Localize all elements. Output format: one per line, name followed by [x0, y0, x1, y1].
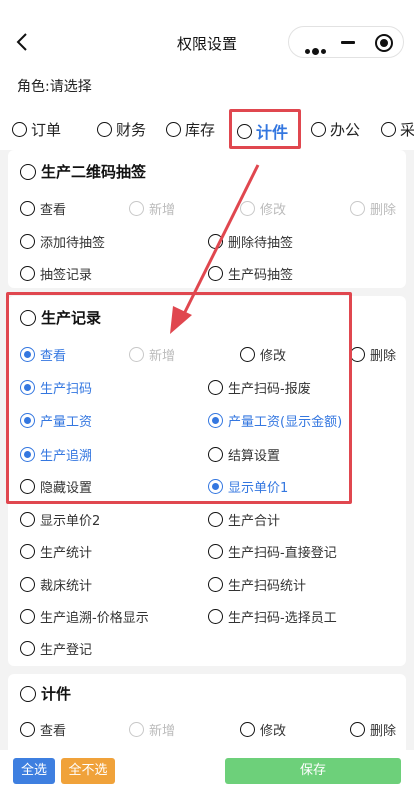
option-item[interactable]: 生产扫码统计 [208, 575, 306, 594]
radio-icon [20, 722, 35, 737]
option-item[interactable]: 结算设置 [208, 445, 280, 464]
option-item[interactable]: 生产码抽签 [208, 264, 293, 283]
option-add: 新增 [129, 199, 175, 218]
tab-orders[interactable]: 订单 [12, 119, 61, 140]
option-item[interactable]: 裁床统计 [20, 575, 92, 594]
section-title[interactable]: 生产二维码抽签 [20, 161, 146, 182]
option-view[interactable]: 查看 [20, 199, 66, 218]
radio-icon [237, 123, 252, 139]
radio-icon [240, 201, 255, 216]
option-delete[interactable]: 删除 [350, 720, 396, 739]
radio-icon [20, 479, 35, 494]
option-item[interactable]: 生产合计 [208, 510, 280, 529]
section-card: 计件 查看 新增 修改 删除 [8, 674, 406, 750]
save-button[interactable]: 保存 [225, 758, 401, 784]
radio-icon [20, 544, 35, 559]
radio-icon [20, 266, 35, 281]
radio-icon [240, 347, 255, 362]
option-item[interactable]: 隐藏设置 [20, 477, 92, 496]
section-card: 生产记录 查看 新增 修改 删除 生产扫码 生产扫码-报废 产量工资 产量工资(… [8, 296, 406, 666]
radio-icon [208, 380, 223, 395]
radio-icon [208, 577, 223, 592]
radio-icon [350, 201, 365, 216]
radio-icon [20, 512, 35, 527]
option-item[interactable]: 添加待抽签 [20, 232, 105, 251]
radio-icon [208, 266, 223, 281]
radio-icon [311, 122, 326, 137]
option-view[interactable]: 查看 [20, 345, 66, 364]
role-selector[interactable]: 角色:请选择 [17, 76, 92, 96]
radio-icon [381, 122, 396, 137]
section-title[interactable]: 生产记录 [20, 307, 101, 328]
radio-icon [20, 380, 35, 395]
option-item[interactable]: 抽签记录 [20, 264, 92, 283]
radio-icon [20, 234, 35, 249]
permission-list[interactable]: 生产二维码抽签 查看 新增 修改 删除 添加待抽签 删除待抽签 抽签记录 生产码… [8, 150, 406, 750]
option-add: 新增 [129, 345, 175, 364]
radio-icon [20, 347, 35, 362]
more-icon[interactable] [305, 41, 328, 60]
option-item[interactable]: 生产扫码 [20, 378, 92, 397]
radio-icon [20, 309, 36, 326]
option-item[interactable]: 生产追溯-价格显示 [20, 607, 149, 626]
option-edit[interactable]: 修改 [240, 345, 286, 364]
radio-icon [166, 122, 181, 137]
select-all-button[interactable]: 全选 [13, 758, 55, 784]
option-item[interactable]: 生产追溯 [20, 445, 92, 464]
option-item[interactable]: 产量工资 [20, 411, 92, 430]
radio-icon [350, 722, 365, 737]
radio-icon [20, 201, 35, 216]
option-delete[interactable]: 删除 [350, 345, 396, 364]
mini-program-capsule [288, 26, 404, 58]
radio-icon [12, 122, 27, 137]
tab-office[interactable]: 办公 [311, 119, 360, 140]
option-item[interactable]: 生产扫码-直接登记 [208, 542, 337, 561]
radio-icon [129, 722, 144, 737]
radio-icon [20, 577, 35, 592]
radio-icon [20, 413, 35, 428]
radio-icon [208, 447, 223, 462]
option-item[interactable]: 生产扫码-报废 [208, 378, 311, 397]
category-tabs: 订单 财务 库存 计件 办公 采 [0, 110, 414, 150]
option-edit[interactable]: 修改 [240, 720, 286, 739]
option-item[interactable]: 显示单价2 [20, 510, 100, 529]
radio-icon [240, 722, 255, 737]
radio-icon [20, 609, 35, 624]
option-item[interactable]: 产量工资(显示金额) [208, 411, 342, 430]
radio-icon [350, 347, 365, 362]
radio-icon [208, 234, 223, 249]
option-add: 新增 [129, 720, 175, 739]
radio-icon [208, 413, 223, 428]
option-edit: 修改 [240, 199, 286, 218]
radio-icon [20, 641, 35, 656]
option-item[interactable]: 显示单价1 [208, 477, 288, 496]
radio-icon [20, 163, 36, 180]
option-item[interactable]: 生产扫码-选择员工 [208, 607, 337, 626]
radio-icon [129, 347, 144, 362]
option-delete: 删除 [350, 199, 396, 218]
option-item[interactable]: 生产统计 [20, 542, 92, 561]
tab-inventory[interactable]: 库存 [166, 119, 215, 140]
radio-icon [20, 447, 35, 462]
tab-purchase[interactable]: 采 [381, 119, 414, 140]
option-view[interactable]: 查看 [20, 720, 66, 739]
select-none-button[interactable]: 全不选 [61, 758, 115, 784]
radio-icon [97, 122, 112, 137]
radio-icon [208, 544, 223, 559]
tab-piecework[interactable]: 计件 [237, 119, 288, 143]
section-title[interactable]: 计件 [20, 683, 71, 704]
radio-icon [208, 512, 223, 527]
close-record-icon[interactable] [375, 34, 393, 52]
minimize-icon[interactable] [341, 41, 355, 44]
radio-icon [129, 201, 144, 216]
radio-icon [20, 685, 36, 702]
option-item[interactable]: 删除待抽签 [208, 232, 293, 251]
section-card: 生产二维码抽签 查看 新增 修改 删除 添加待抽签 删除待抽签 抽签记录 生产码… [8, 150, 406, 288]
radio-icon [208, 609, 223, 624]
radio-icon [208, 479, 223, 494]
tab-finance[interactable]: 财务 [97, 119, 146, 140]
option-item[interactable]: 生产登记 [20, 639, 92, 658]
